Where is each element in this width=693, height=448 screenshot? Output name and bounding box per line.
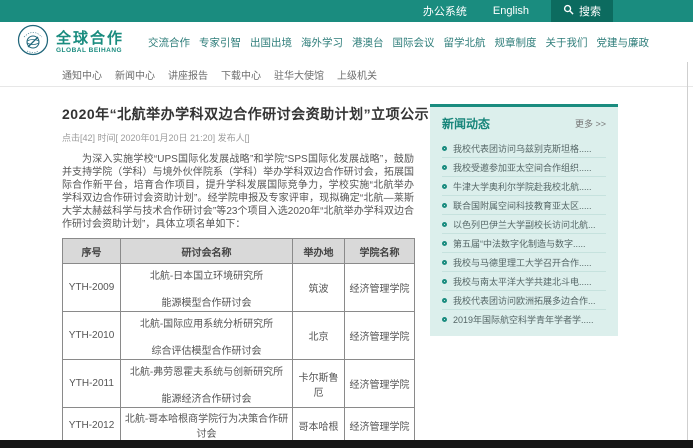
news-list-item[interactable]: 我校与南太平洋大学共建北斗电..... (442, 272, 606, 291)
nav-item-regulations[interactable]: 规章制度 (495, 35, 537, 50)
cell-name: 北航-弗劳恩霍夫系统与创新研究所 能源经济合作研讨会 (121, 360, 293, 408)
cell-id: YTH-2009 (63, 264, 121, 312)
beihang-logo[interactable] (17, 24, 49, 61)
news-item-text: 第五届“中法数字化制造与数字..... (453, 237, 586, 250)
news-item-text: 我校与南太平洋大学共建北斗电..... (453, 275, 592, 288)
seminar-table: 序号 研讨会名称 举办地 学院名称 YTH-2009 北航-日本国立环境研究所 … (62, 238, 415, 443)
cell-name: 北航-国际应用系统分析研究所 综合评估模型合作研讨会 (121, 312, 293, 360)
bullet-icon (442, 279, 447, 284)
footer-bar (0, 440, 693, 448)
subnav-superior-agencies[interactable]: 上级机关 (337, 67, 377, 82)
bullet-icon (442, 241, 447, 246)
search-button[interactable]: 搜索 (551, 0, 613, 22)
page-right-edge (687, 62, 688, 440)
cell-venue: 卡尔斯鲁厄 (293, 360, 345, 408)
nav-item-exchange[interactable]: 交流合作 (148, 35, 190, 50)
site-header: 全球合作 GLOBAL BEIHANG 交流合作 专家引智 出国出境 海外学习 … (0, 22, 693, 62)
table-row: YTH-2011 北航-弗劳恩霍夫系统与创新研究所 能源经济合作研讨会 卡尔斯鲁… (63, 360, 415, 408)
news-list-item[interactable]: 2019年国际航空科学青年学者学..... (442, 310, 606, 329)
main-nav: 交流合作 专家引智 出国出境 海外学习 港澳台 国际会议 留学北航 规章制度 关… (148, 35, 649, 50)
news-item-text: 我校代表团访问欧洲拓展多边合作... (453, 294, 596, 307)
cell-venue: 北京 (293, 312, 345, 360)
cell-college: 经济管理学院 (345, 264, 415, 312)
news-item-text: 我校代表团访问乌兹别克斯坦格..... (453, 142, 592, 155)
news-item-text: 我校与马德里理工大学召开合作..... (453, 256, 592, 269)
article-meta: 点击[42] 时间[ 2020年01月20日 21:20] 发布人[] (62, 131, 414, 144)
subnav-embassies[interactable]: 驻华大使馆 (274, 67, 324, 82)
cell-id: YTH-2010 (63, 312, 121, 360)
page-title: 2020年“北航举办学科双边合作研讨会资助计划”立项公示 (62, 104, 414, 124)
nav-item-experts[interactable]: 专家引智 (199, 35, 241, 50)
secondary-nav: 通知中心 新闻中心 讲座报告 下载中心 驻华大使馆 上级机关 (0, 62, 693, 87)
subnav-notice-center[interactable]: 通知中心 (62, 67, 102, 82)
table-row: YTH-2012 北航-哥本哈根商学院行为决策合作研讨会 哥本哈根 经济管理学院 (63, 408, 415, 443)
news-item-text: 我校受邀参加亚太空间合作组织..... (453, 161, 592, 174)
table-header-row: 序号 研讨会名称 举办地 学院名称 (63, 239, 415, 264)
col-header-venue: 举办地 (293, 239, 345, 264)
brand-block[interactable]: 全球合作 GLOBAL BEIHANG (56, 31, 124, 54)
col-header-id: 序号 (63, 239, 121, 264)
news-sidebar-header: 新闻动态 更多 >> (430, 107, 618, 139)
news-list-item[interactable]: 联合国附属空间科技教育亚太区..... (442, 196, 606, 215)
nav-item-conferences[interactable]: 国际会议 (393, 35, 435, 50)
nav-item-study-at-beihang[interactable]: 留学北航 (444, 35, 486, 50)
cell-name: 北航-哥本哈根商学院行为决策合作研讨会 (121, 408, 293, 443)
search-icon (563, 4, 574, 18)
news-list-item[interactable]: 以色列巴伊兰大学副校长访问北航... (442, 215, 606, 234)
news-list-item[interactable]: 牛津大学奥利尔学院赴我校北航..... (442, 177, 606, 196)
nav-item-hk-macao-taiwan[interactable]: 港澳台 (352, 35, 384, 50)
english-link[interactable]: English (493, 5, 529, 17)
brand-subtitle: GLOBAL BEIHANG (56, 47, 124, 54)
bullet-icon (442, 184, 447, 189)
nav-item-party[interactable]: 党建与廉政 (597, 35, 650, 50)
cell-name: 北航-日本国立环境研究所 能源模型合作研讨会 (121, 264, 293, 312)
subnav-download-center[interactable]: 下载中心 (221, 67, 261, 82)
news-list-item[interactable]: 我校受邀参加亚太空间合作组织..... (442, 158, 606, 177)
nav-item-overseas-study[interactable]: 海外学习 (301, 35, 343, 50)
subnav-lecture-reports[interactable]: 讲座报告 (168, 67, 208, 82)
article: 2020年“北航举办学科双边合作研讨会资助计划”立项公示 点击[42] 时间[ … (62, 104, 414, 443)
table-row: YTH-2009 北航-日本国立环境研究所 能源模型合作研讨会 筑波 经济管理学… (63, 264, 415, 312)
bullet-icon (442, 203, 447, 208)
news-list-item[interactable]: 我校代表团访问欧洲拓展多边合作... (442, 291, 606, 310)
office-system-link[interactable]: 办公系统 (423, 3, 467, 19)
subnav-news-center[interactable]: 新闻中心 (115, 67, 155, 82)
bullet-icon (442, 260, 447, 265)
news-item-text: 以色列巴伊兰大学副校长访问北航... (453, 218, 596, 231)
cell-college: 经济管理学院 (345, 360, 415, 408)
nav-item-abroad[interactable]: 出国出境 (250, 35, 292, 50)
cell-id: YTH-2012 (63, 408, 121, 443)
more-link[interactable]: 更多 >> (575, 117, 606, 130)
news-item-text: 联合国附属空间科技教育亚太区..... (453, 199, 592, 212)
cell-college: 经济管理学院 (345, 312, 415, 360)
news-title: 新闻动态 (442, 115, 490, 132)
news-list-item[interactable]: 第五届“中法数字化制造与数字..... (442, 234, 606, 253)
topbar: 办公系统 English 搜索 (0, 0, 693, 22)
bullet-icon (442, 146, 447, 151)
cell-venue: 筑波 (293, 264, 345, 312)
col-header-name: 研讨会名称 (121, 239, 293, 264)
news-item-text: 牛津大学奥利尔学院赴我校北航..... (453, 180, 592, 193)
bullet-icon (442, 298, 447, 303)
news-list-item[interactable]: 我校与马德里理工大学召开合作..... (442, 253, 606, 272)
bullet-icon (442, 317, 447, 322)
table-row: YTH-2010 北航-国际应用系统分析研究所 综合评估模型合作研讨会 北京 经… (63, 312, 415, 360)
bullet-icon (442, 222, 447, 227)
news-sidebar: 新闻动态 更多 >> 我校代表团访问乌兹别克斯坦格..... 我校受邀参加亚太空… (430, 104, 618, 336)
col-header-college: 学院名称 (345, 239, 415, 264)
brand-title: 全球合作 (56, 31, 124, 47)
news-list-item[interactable]: 我校代表团访问乌兹别克斯坦格..... (442, 139, 606, 158)
search-button-label: 搜索 (579, 3, 601, 19)
news-list: 我校代表团访问乌兹别克斯坦格..... 我校受邀参加亚太空间合作组织..... … (430, 139, 618, 329)
cell-college: 经济管理学院 (345, 408, 415, 443)
nav-item-about-us[interactable]: 关于我们 (546, 35, 588, 50)
cell-venue: 哥本哈根 (293, 408, 345, 443)
bullet-icon (442, 165, 447, 170)
news-item-text: 2019年国际航空科学青年学者学..... (453, 313, 594, 326)
article-body: 为深入实施学校“UPS国际化发展战略”和学院“SPS国际化发展战略”，鼓励并支持… (62, 153, 414, 231)
cell-id: YTH-2011 (63, 360, 121, 408)
